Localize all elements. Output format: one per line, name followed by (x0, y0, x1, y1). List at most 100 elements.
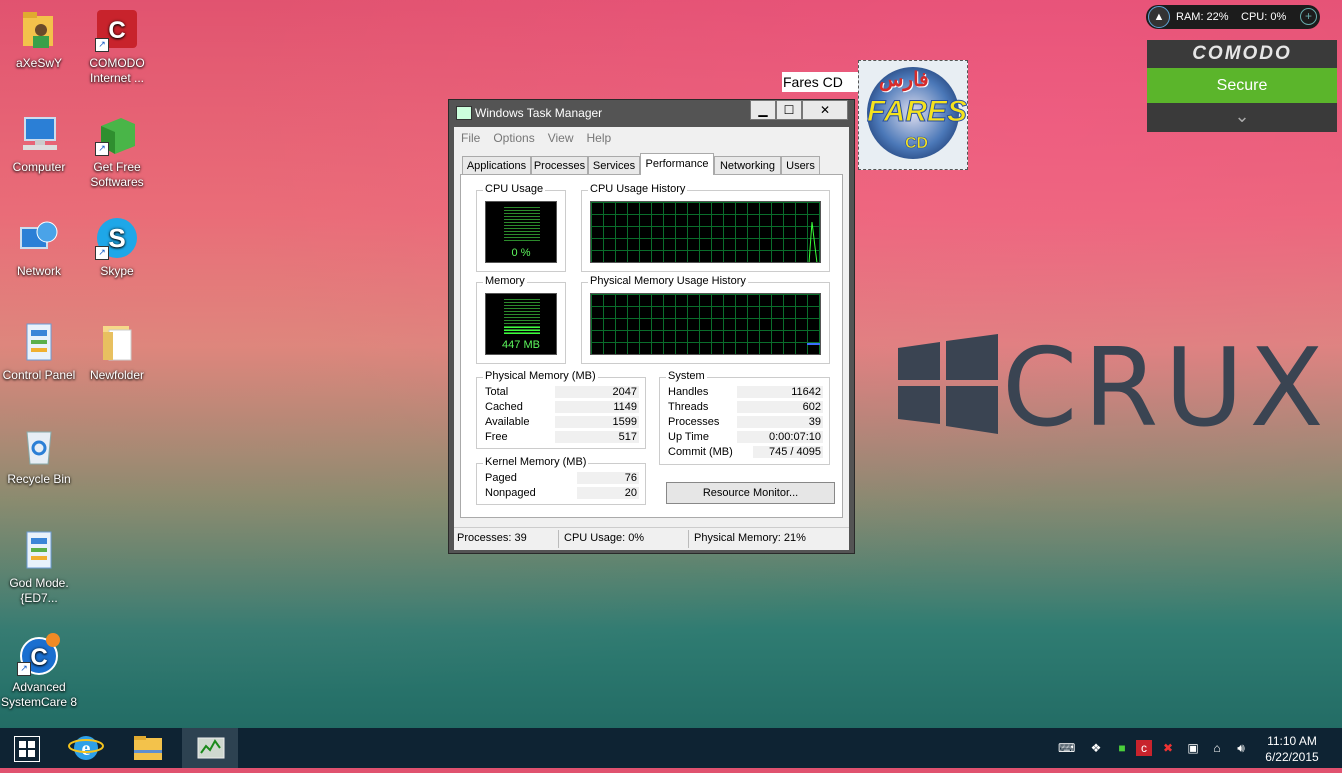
network-tray-icon[interactable]: ⌂ (1209, 740, 1225, 756)
menu-options[interactable]: Options (493, 131, 534, 145)
task-manager-icon (197, 737, 225, 759)
cpu-history-label: CPU Usage History (588, 183, 688, 195)
memory-value: 447 MB (502, 339, 540, 351)
shortcut-arrow-icon: ↗ (95, 142, 109, 156)
svg-text:C: C (30, 644, 47, 671)
stat-row: Commit (MB) 745 / 4095 (668, 446, 823, 458)
tab-applications[interactable]: Applications (462, 156, 531, 174)
title-bar[interactable]: Windows Task Manager ▁ ☐ ✕ (449, 100, 854, 126)
memory-history-label: Physical Memory Usage History (588, 275, 748, 287)
cpu-history-line (808, 221, 818, 262)
resource-monitor-button[interactable]: Resource Monitor... (666, 482, 835, 504)
desktop-icon-label: Advanced SystemCare 8 (0, 680, 78, 709)
tab-processes[interactable]: Processes (531, 156, 588, 174)
control-panel-icon (17, 528, 61, 572)
comodo-widget[interactable]: COMODO Secure ⌄ (1147, 40, 1337, 132)
clock-time: 11:10 AM (1267, 734, 1317, 748)
stat-row: Paged 76 (485, 472, 639, 484)
stat-row: Available 1599 (485, 416, 639, 428)
physical-memory-label: Physical Memory (MB) (483, 370, 598, 382)
window-title: Windows Task Manager (475, 106, 603, 120)
menu-file[interactable]: File (461, 131, 480, 145)
cpu-readout: CPU: 0% (1241, 11, 1287, 23)
internet-explorer-button[interactable]: e (58, 728, 114, 768)
tab-performance[interactable]: Performance (640, 153, 714, 175)
cpu-usage-group: CPU Usage 0 % (476, 183, 566, 272)
cpu-history-graph (590, 201, 821, 263)
desktop-icon-network[interactable]: Network (0, 216, 78, 279)
desktop-icon-label: God Mode.{ED7... (9, 576, 69, 605)
computer-icon (17, 112, 61, 156)
advanced-systemcare-icon: C ↗ (17, 632, 61, 676)
taskbar: e ⌨ ❖ ■ c ✖ ▣ ⌂ 🔊︎ 11:10 AM 6/22/2015 (0, 728, 1342, 768)
memory-history-line (807, 343, 820, 345)
start-button[interactable] (0, 728, 56, 768)
keyboard-icon[interactable]: ⌨ (1058, 740, 1075, 756)
status-processes: Processes: 39 (457, 532, 527, 544)
cpu-usage-gauge: 0 % (485, 201, 557, 263)
desktop-icon-get-free-softwares[interactable]: ↗ Get Free Softwares (78, 112, 156, 190)
ram-cpu-widget[interactable]: ▲ RAM: 22% CPU: 0% + (1146, 5, 1320, 29)
menu-view[interactable]: View (548, 131, 574, 145)
status-bar: Processes: 39 CPU Usage: 0% Physical Mem… (454, 527, 849, 550)
expand-icon[interactable]: + (1300, 8, 1317, 25)
desktop-icon-label: Computer (12, 160, 66, 174)
desktop-icon-skype[interactable]: S ↗ Skype (78, 216, 156, 279)
crux-text: CRUX (1002, 326, 1330, 451)
desktop-icon-label: Network (16, 264, 61, 278)
menu-help[interactable]: Help (587, 131, 612, 145)
crux-logo: CRUX (898, 326, 1338, 451)
chevron-down-icon[interactable]: ⌄ (1147, 103, 1337, 132)
memory-history-graph (590, 293, 821, 355)
minimize-button[interactable]: ▁ (750, 100, 776, 120)
tab-services[interactable]: Services (588, 156, 640, 174)
user-folder-icon (17, 8, 61, 52)
desktop-icon-control-panel[interactable]: Control Panel (0, 320, 78, 383)
device-icon[interactable]: ▣ (1185, 740, 1201, 756)
desktop-icon-label: aXeSwY (15, 56, 63, 70)
recycle-bin-icon (17, 424, 61, 468)
memory-label: Memory (483, 275, 527, 287)
comodo-tray-icon[interactable]: c (1136, 740, 1152, 756)
meter-icon: ▲ (1148, 6, 1170, 28)
memory-gauge-fill (504, 327, 540, 335)
desktop-icon-recycle-bin[interactable]: Recycle Bin (0, 424, 78, 487)
desktop-icon-advanced-systemcare[interactable]: C ↗ Advanced SystemCare 8 (0, 632, 78, 710)
task-manager-window[interactable]: Windows Task Manager ▁ ☐ ✕ File Options Vi… (448, 99, 855, 554)
network-icon (17, 216, 61, 260)
file-explorer-button[interactable] (120, 728, 176, 768)
svg-text:C: C (108, 17, 125, 44)
network-share-icon[interactable]: ❖ (1088, 740, 1104, 756)
desktop-icon-computer[interactable]: Computer (0, 112, 78, 175)
cpu-usage-value: 0 % (511, 247, 531, 259)
green-cube-icon: ↗ (95, 112, 139, 156)
desktop-icon-comodo[interactable]: C ↗ COMODO Internet ... (78, 8, 156, 86)
fares-cd-label: Fares CD (782, 72, 860, 92)
comodo-brand: COMODO (1192, 43, 1292, 64)
desktop-icon-newfolder[interactable]: Newfolder (78, 320, 156, 383)
start-icon (14, 736, 40, 762)
green-box-icon[interactable]: ■ (1114, 740, 1130, 756)
menu-bar: File Options View Help (454, 127, 849, 148)
volume-icon[interactable]: 🔊︎ (1233, 740, 1249, 756)
maximize-button[interactable]: ☐ (776, 100, 802, 120)
desktop-icon-label: Get Free Softwares (90, 160, 144, 189)
clock[interactable]: 11:10 AM 6/22/2015 (1254, 733, 1330, 765)
svg-text:S: S (108, 223, 125, 253)
shortcut-arrow-icon: ↗ (95, 246, 109, 260)
clock-date: 6/22/2015 (1265, 750, 1319, 764)
desktop-icon-god-mode[interactable]: God Mode.{ED7... (0, 528, 78, 606)
close-button[interactable]: ✕ (802, 100, 848, 120)
desktop-icon-label: Skype (100, 264, 134, 278)
memory-history-group: Physical Memory Usage History (581, 275, 830, 364)
desktop-icon-label: Newfolder (89, 368, 145, 382)
tab-networking[interactable]: Networking (714, 156, 781, 174)
desktop-icon-user[interactable]: aXeSwY (0, 8, 78, 71)
internet-explorer-icon: e (68, 736, 104, 760)
task-manager-taskbar-button[interactable] (182, 728, 238, 768)
system-label: System (666, 370, 707, 382)
desktop-icon-label: COMODO Internet ... (89, 56, 145, 85)
flag-warning-icon[interactable]: ✖ (1160, 740, 1176, 756)
physical-memory-group: Physical Memory (MB) Total 2047 Cached 114… (476, 370, 646, 449)
tab-users[interactable]: Users (781, 156, 820, 174)
